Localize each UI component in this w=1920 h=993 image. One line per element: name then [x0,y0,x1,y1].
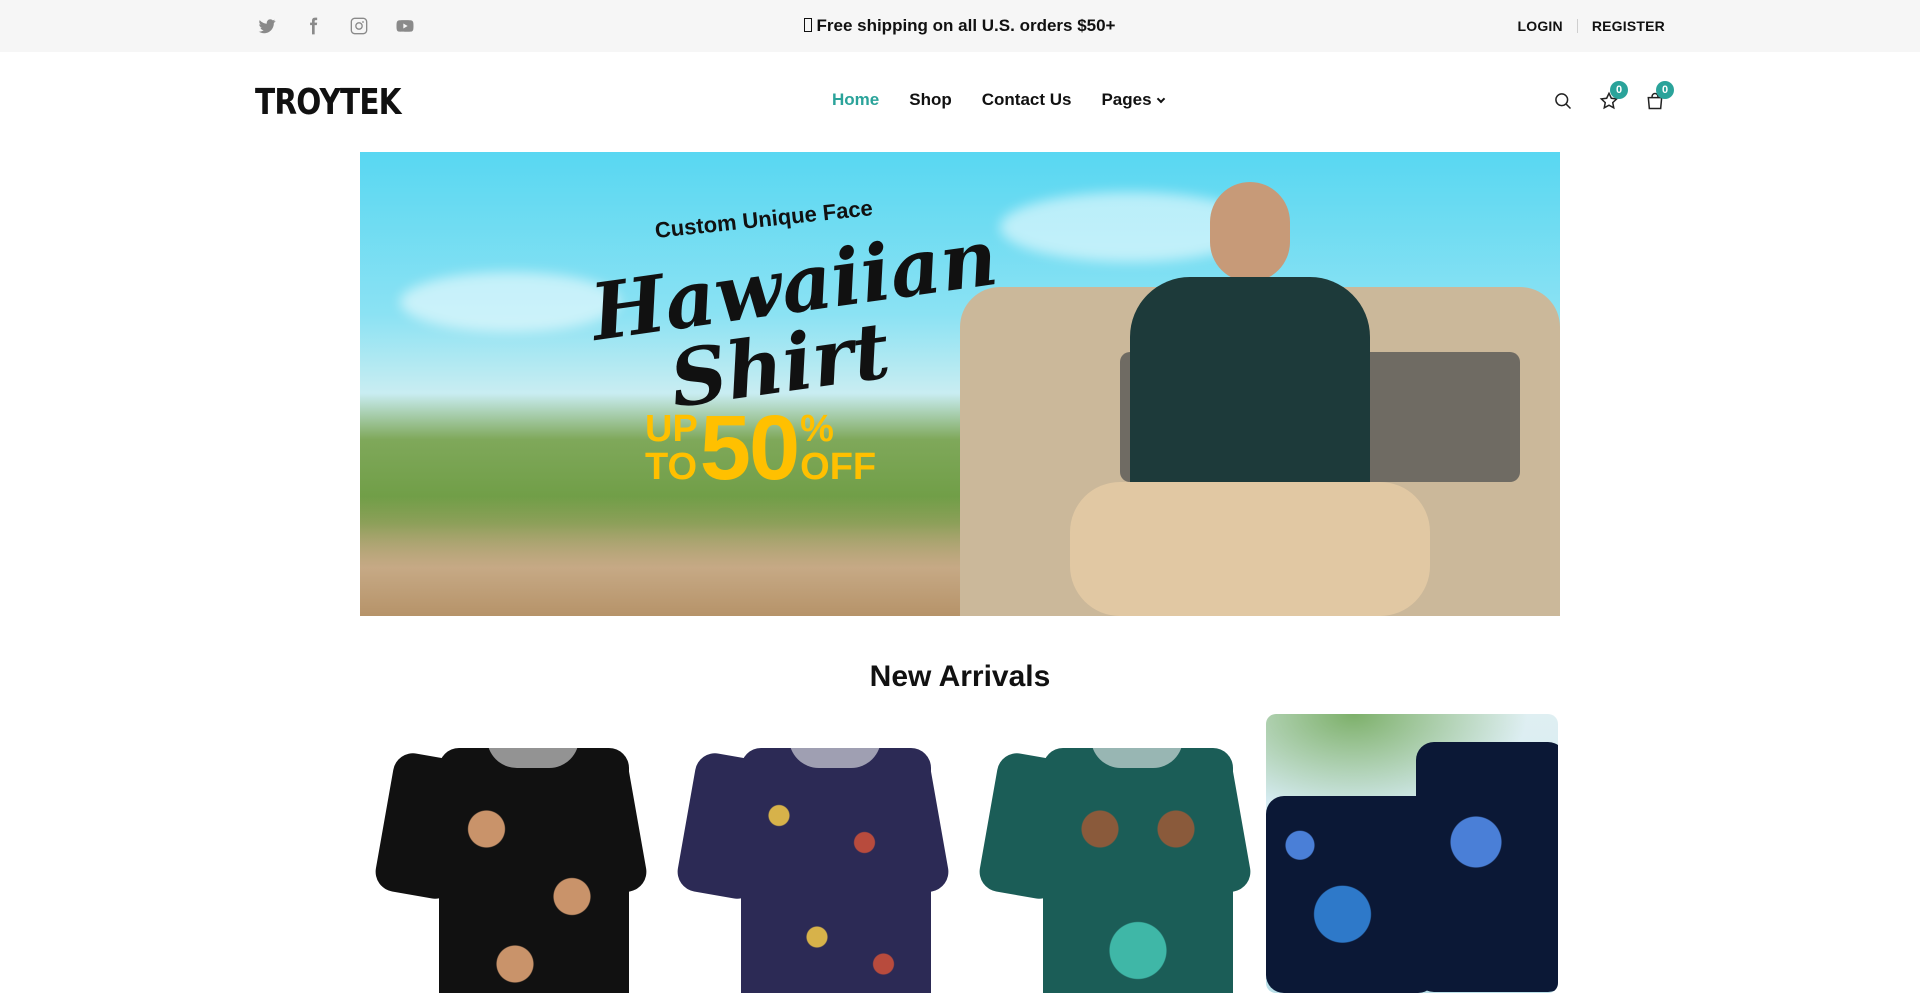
hero-to: TO [645,446,698,488]
login-link[interactable]: LOGIN [1517,18,1562,34]
hero-model [1070,182,1430,616]
hero-discount-value: 50 [699,397,800,499]
auth-links: LOGIN REGISTER [1517,18,1665,34]
product-card-4[interactable] [1266,714,1558,993]
hero-percent-sign: % [800,408,834,450]
header-actions: 0 0 [1553,81,1674,112]
nav-home[interactable]: Home [832,90,879,110]
nav-shop[interactable]: Shop [909,90,952,110]
cart-button[interactable]: 0 [1645,81,1674,112]
product-image-shirt-front [1266,796,1436,993]
shipping-promo-text: Free shipping on all U.S. orders $50+ [816,16,1116,35]
product-image [674,726,952,993]
nav-contact-us[interactable]: Contact Us [982,90,1072,110]
hero-model-shirt [1130,277,1370,507]
product-image [976,726,1254,993]
wishlist-button[interactable]: 0 [1599,81,1628,112]
search-icon [1555,93,1572,110]
hero-up: UP [645,408,698,450]
hero-off: OFF [800,446,877,488]
missing-glyph-icon [804,18,813,32]
chevron-down-icon [1156,94,1165,104]
cart-count-badge: 0 [1656,81,1674,99]
main-nav: Home Shop Contact Us Pages [832,90,1165,110]
hero-discount: UP TO 50 % OFF [645,402,876,494]
new-arrivals-grid [360,714,1560,993]
product-image [372,726,650,993]
hero-model-shorts [1070,482,1430,616]
auth-divider [1576,19,1578,33]
hero-percent-off: % OFF [800,410,876,486]
search-button[interactable] [1553,90,1573,112]
product-card-2[interactable] [662,714,954,993]
product-card-3[interactable] [964,714,1256,993]
nav-pages[interactable]: Pages [1101,90,1165,110]
product-card-1[interactable] [360,714,652,993]
hero-model-head [1210,182,1290,282]
nav-pages-label: Pages [1101,90,1152,109]
product-image-shirt-back [1416,742,1558,992]
wishlist-count-badge: 0 [1610,81,1628,99]
register-link[interactable]: REGISTER [1592,18,1665,34]
hero-banner[interactable]: Custom Unique Face Hawaiian Shirt UP TO … [360,152,1560,616]
new-arrivals-title: New Arrivals [869,660,1051,693]
site-header: TROYTEK Home Shop Contact Us Pages 0 0 [0,52,1920,152]
top-bar: Free shipping on all U.S. orders $50+ LO… [0,0,1920,52]
site-logo[interactable]: TROYTEK [255,82,402,123]
hero-up-to: UP TO [645,410,698,486]
